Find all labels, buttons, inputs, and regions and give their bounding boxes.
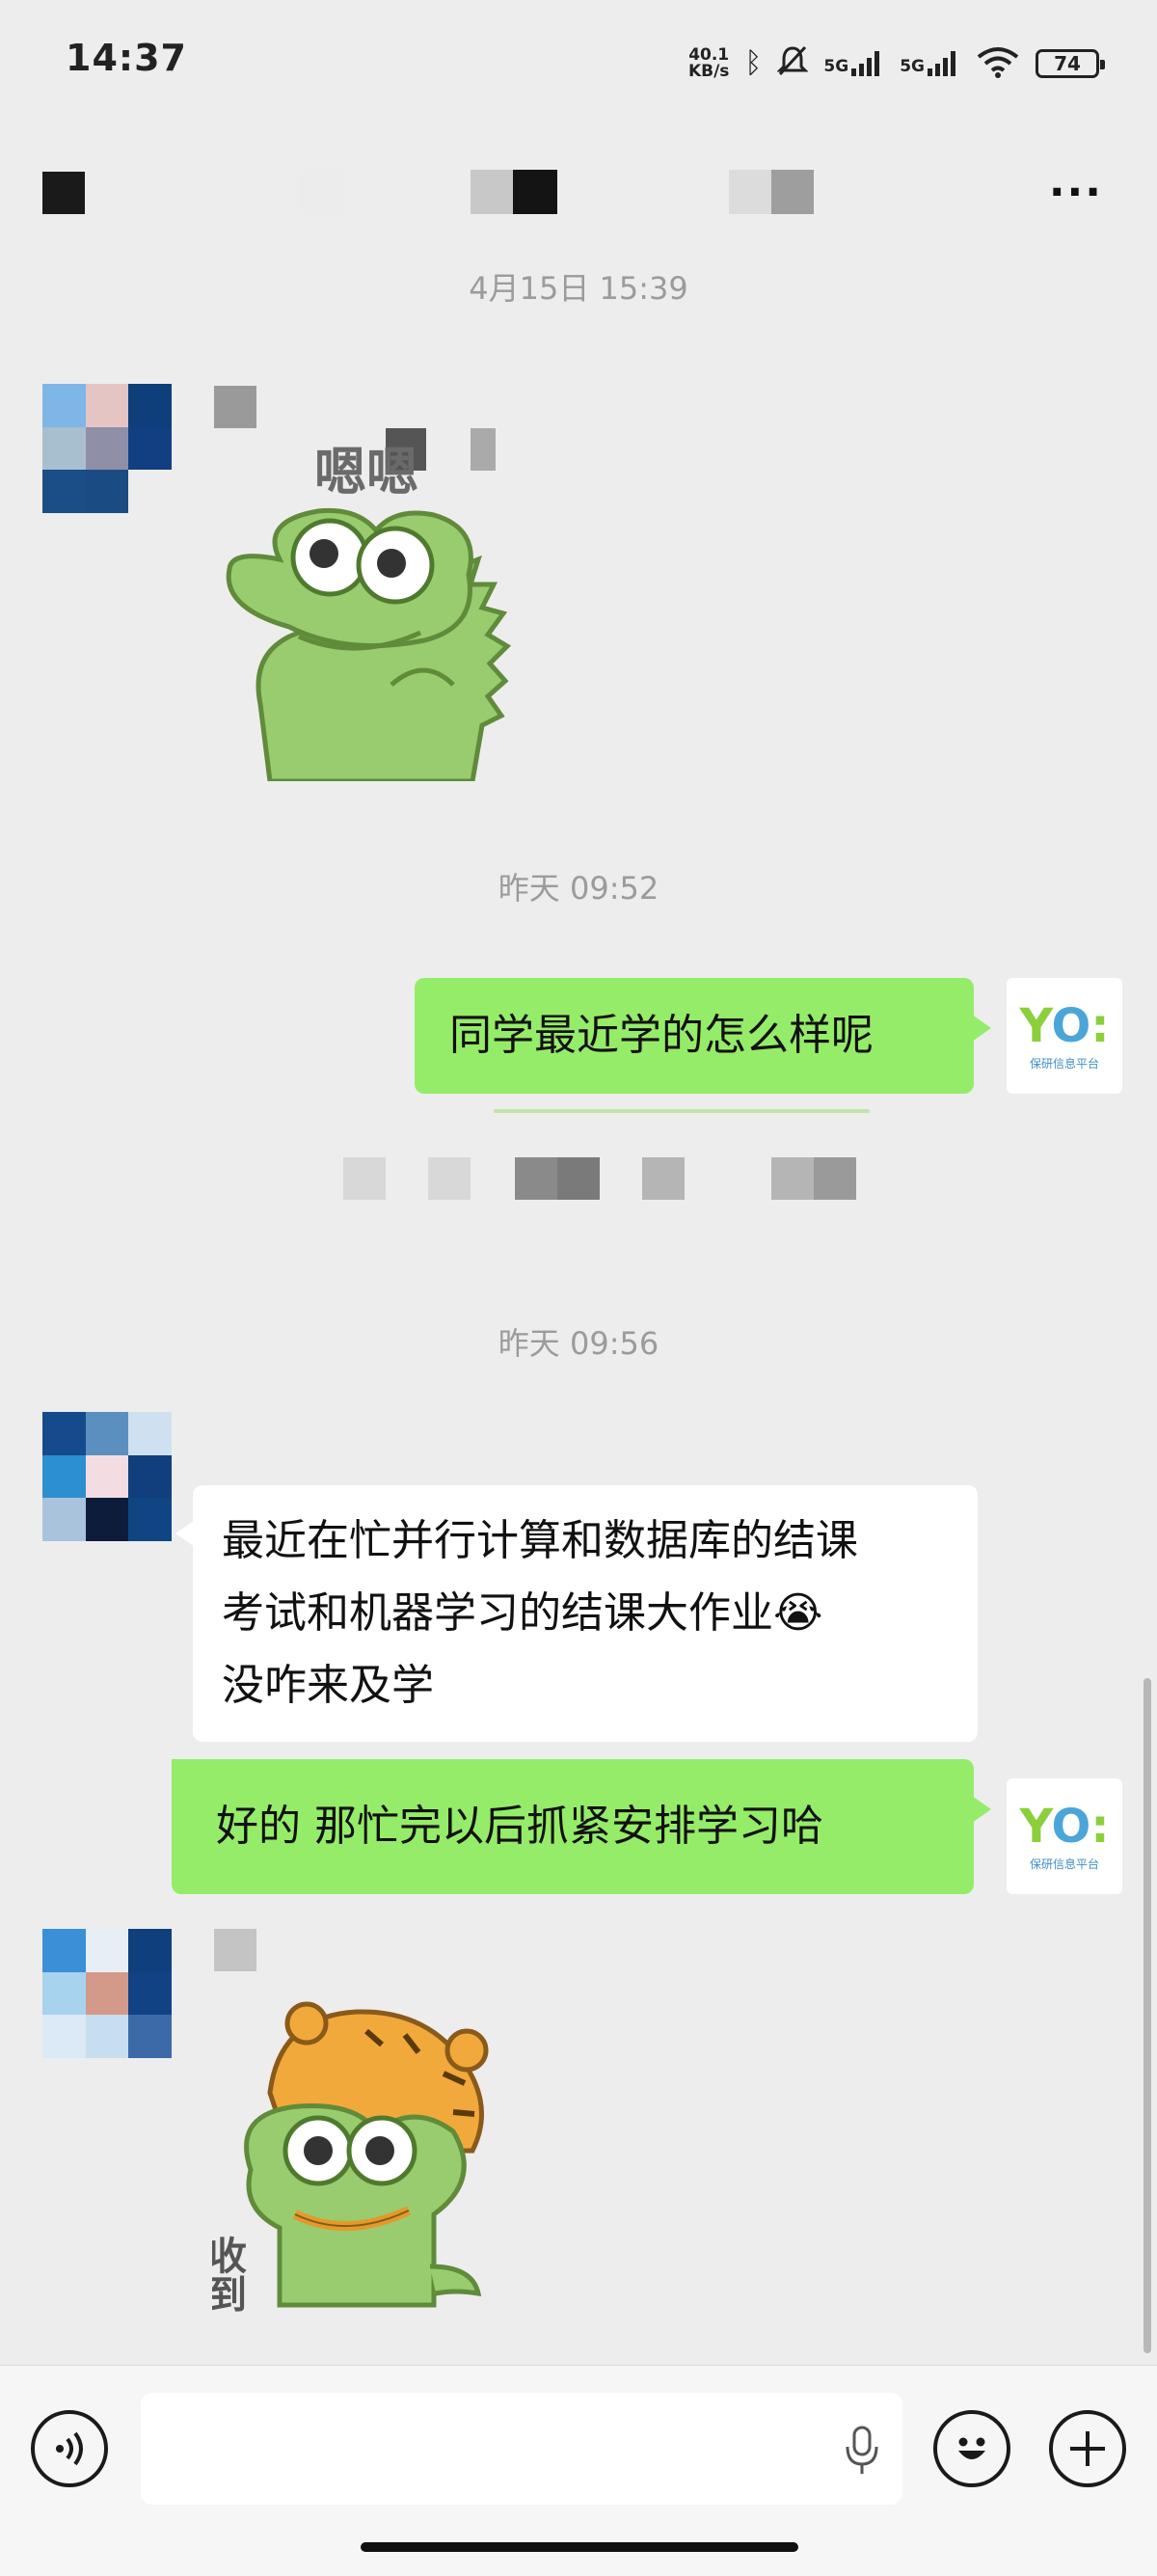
- scrollbar[interactable]: [1144, 1678, 1151, 2353]
- more-options-button[interactable]: ···: [1049, 168, 1103, 217]
- chat-title-mosaic-4: [729, 170, 771, 214]
- timestamp: 4月15日 15:39: [469, 270, 688, 307]
- contact-avatar[interactable]: [42, 384, 172, 513]
- signal-icon: 5G: [823, 51, 884, 76]
- chat-header: ···: [0, 145, 1157, 241]
- voice-mode-button[interactable]: [31, 2410, 108, 2487]
- my-avatar[interactable]: YO: 保研信息平台: [1007, 978, 1122, 1094]
- sim2-label: 5G: [900, 57, 925, 76]
- status-icons: 40.1 KB/s ᛒ 5G 5G 74: [688, 41, 1105, 87]
- sticker-caption: 收到: [212, 2236, 246, 2313]
- voice-icon: [56, 2431, 83, 2466]
- my-message-bubble[interactable]: 同学最近学的怎么样呢: [415, 978, 991, 1094]
- network-speed-unit: KB/s: [687, 62, 730, 81]
- sender-name-mosaic: [214, 1929, 256, 1971]
- logo-icon: YO:: [1019, 1799, 1110, 1854]
- battery-level: 74: [1054, 52, 1081, 75]
- message-line: 考试和机器学习的结课大作业😭: [222, 1588, 823, 1638]
- plus-icon: [1070, 2431, 1105, 2466]
- message-line: 最近在忙并行计算和数据库的结课: [222, 1516, 858, 1565]
- message-text: 好的 那忙完以后抓紧安排学习哈: [216, 1802, 823, 1851]
- network-speed: 40.1 KB/s: [688, 47, 729, 80]
- smiley-icon: [958, 2437, 985, 2459]
- logo-icon: YO:: [1019, 998, 1110, 1053]
- status-time: 14:37: [66, 37, 187, 79]
- sticker-caption: 嗯嗯: [314, 442, 418, 502]
- avatar-caption: 保研信息平台: [1029, 1857, 1099, 1871]
- sim1-label: 5G: [823, 57, 849, 76]
- home-indicator[interactable]: [361, 2542, 798, 2552]
- contact-message-bubble[interactable]: 最近在忙并行计算和数据库的结课 考试和机器学习的结课大作业😭 没咋来及学: [175, 1485, 978, 1742]
- microphone-icon: [846, 2426, 878, 2474]
- wifi-icon: [976, 45, 1020, 82]
- bluetooth-icon: ᛒ: [744, 46, 763, 80]
- message-text: 同学最近学的怎么样呢: [449, 1011, 874, 1060]
- sticker-message[interactable]: 嗯嗯: [212, 415, 521, 784]
- sticker-message[interactable]: 收到: [202, 1987, 521, 2334]
- contact-avatar[interactable]: [42, 1929, 172, 2058]
- chat-title-mosaic-5: [771, 170, 814, 214]
- chat-title-mosaic: [299, 170, 343, 214]
- timestamp: 昨天 09:52: [498, 870, 659, 907]
- contact-avatar[interactable]: [42, 1412, 172, 1541]
- avatar-caption: 保研信息平台: [1029, 1056, 1099, 1071]
- signal-icon-2: 5G: [900, 51, 960, 76]
- message-line: 没咋来及学: [222, 1661, 434, 1710]
- chat-title-mosaic-3: [513, 170, 557, 214]
- mute-bell-icon: [776, 44, 810, 83]
- timestamp: 昨天 09:56: [498, 1325, 659, 1362]
- my-avatar[interactable]: YO: 保研信息平台: [1007, 1778, 1122, 1894]
- my-message-bubble[interactable]: 好的 那忙完以后抓紧安排学习哈: [172, 1759, 991, 1894]
- chat-title-mosaic-2: [471, 170, 513, 214]
- more-functions-button[interactable]: [1049, 2410, 1126, 2487]
- message-input[interactable]: [141, 2393, 902, 2505]
- back-button[interactable]: [42, 172, 85, 214]
- status-bar: 14:37 40.1 KB/s ᛒ 5G 5G 74: [0, 0, 1157, 125]
- emoji-button[interactable]: [933, 2410, 1010, 2487]
- battery-icon: 74: [1036, 49, 1105, 78]
- read-indicator-line: [494, 1109, 870, 1113]
